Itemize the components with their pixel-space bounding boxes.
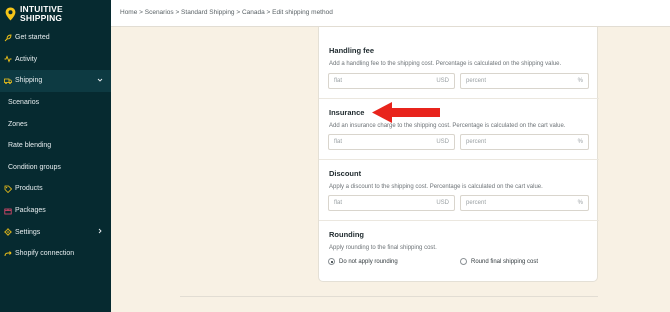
handling-fee-flat-input[interactable]: flat USD bbox=[328, 73, 455, 89]
sidebar-item-label: Rate blending bbox=[8, 142, 52, 150]
sidebar-item-label: Products bbox=[15, 185, 43, 193]
insurance-title: Insurance bbox=[329, 108, 365, 117]
sidebar-item-label: Scenarios bbox=[8, 99, 40, 107]
handling-fee-percent-input[interactable]: percent % bbox=[460, 73, 589, 89]
discount-flat-input[interactable]: flat USD bbox=[328, 195, 455, 211]
brand-logo[interactable]: INTUITIVE SHIPPING bbox=[0, 0, 111, 27]
sidebar-item-label: Get started bbox=[15, 34, 50, 42]
page-divider bbox=[180, 296, 598, 297]
sidebar-item-label: Packages bbox=[15, 207, 46, 215]
tag-icon bbox=[4, 185, 12, 193]
percent-suffix: % bbox=[577, 139, 583, 145]
sidebar-item-label: Shipping bbox=[15, 77, 43, 85]
handling-fee-description: Add a handling fee to the shipping cost.… bbox=[329, 61, 562, 67]
shipping-submenu: Scenarios Zones Rate blending Condition … bbox=[0, 91, 111, 179]
discount-section: Discount Apply a discount to the shippin… bbox=[319, 159, 599, 220]
radio-button[interactable] bbox=[460, 258, 467, 265]
connection-icon bbox=[4, 250, 12, 258]
sidebar-item-scenarios[interactable]: Scenarios bbox=[0, 92, 111, 114]
sidebar-item-get-started[interactable]: Get started bbox=[0, 27, 111, 49]
insurance-percent-input[interactable]: percent % bbox=[460, 134, 589, 150]
brand-name: INTUITIVE SHIPPING bbox=[20, 4, 63, 23]
sidebar-item-label: Zones bbox=[8, 120, 28, 128]
chevron-right-icon bbox=[97, 228, 103, 236]
sidebar-nav: Get started Activity Shipping Scenarios … bbox=[0, 27, 111, 265]
percent-placeholder: percent bbox=[466, 200, 487, 206]
sidebar-item-settings[interactable]: Settings bbox=[0, 221, 111, 243]
rounding-section: Rounding Apply rounding to the final shi… bbox=[319, 220, 599, 281]
activity-icon bbox=[4, 55, 12, 64]
sidebar-item-label: Shopify connection bbox=[15, 250, 75, 258]
rounding-description: Apply rounding to the final shipping cos… bbox=[329, 245, 437, 251]
sidebar-item-shopify-connection[interactable]: Shopify connection bbox=[0, 243, 111, 265]
percent-placeholder: percent bbox=[466, 78, 487, 84]
currency-suffix: USD bbox=[436, 139, 449, 145]
chevron-down-icon bbox=[97, 77, 103, 85]
flat-placeholder: flat bbox=[334, 139, 343, 145]
sidebar-item-products[interactable]: Products bbox=[0, 178, 111, 200]
currency-suffix: USD bbox=[436, 78, 449, 84]
truck-icon bbox=[4, 77, 12, 85]
breadcrumb[interactable]: Home > Scenarios > Standard Shipping > C… bbox=[120, 9, 333, 16]
flat-placeholder: flat bbox=[334, 78, 343, 84]
sidebar-item-activity[interactable]: Activity bbox=[0, 49, 111, 71]
handling-fee-section: Handling fee Add a handling fee to the s… bbox=[319, 27, 599, 98]
radio-label: Round final shipping cost bbox=[471, 258, 539, 265]
package-icon bbox=[4, 207, 12, 215]
shipping-method-card: Handling fee Add a handling fee to the s… bbox=[318, 27, 599, 282]
rocket-icon bbox=[4, 34, 12, 42]
red-arrow-annotation bbox=[372, 102, 440, 123]
sidebar-item-rate-blending[interactable]: Rate blending bbox=[0, 135, 111, 157]
gear-icon bbox=[4, 228, 12, 236]
radio-button-selected[interactable] bbox=[328, 258, 335, 265]
sidebar-item-label: Activity bbox=[15, 55, 38, 63]
sidebar: INTUITIVE SHIPPING Get started Activity … bbox=[0, 0, 111, 312]
map-pin-icon bbox=[5, 7, 16, 21]
top-bar: Home > Scenarios > Standard Shipping > C… bbox=[111, 0, 670, 27]
percent-placeholder: percent bbox=[466, 139, 487, 145]
radio-round-final[interactable]: Round final shipping cost bbox=[460, 258, 538, 265]
discount-title: Discount bbox=[329, 169, 362, 178]
radio-do-not-round[interactable]: Do not apply rounding bbox=[328, 258, 398, 265]
percent-suffix: % bbox=[577, 78, 583, 84]
sidebar-item-label: Settings bbox=[15, 228, 41, 236]
percent-suffix: % bbox=[577, 200, 583, 206]
brand-line-2: SHIPPING bbox=[20, 12, 63, 23]
sidebar-item-zones[interactable]: Zones bbox=[0, 113, 111, 135]
insurance-section: Insurance Add an insurance charge to the… bbox=[319, 98, 599, 159]
radio-label: Do not apply rounding bbox=[339, 258, 398, 265]
sidebar-item-packages[interactable]: Packages bbox=[0, 200, 111, 222]
rounding-title: Rounding bbox=[329, 230, 364, 239]
sidebar-item-label: Condition groups bbox=[8, 163, 61, 171]
discount-description: Apply a discount to the shipping cost. P… bbox=[329, 184, 543, 190]
sidebar-item-shipping[interactable]: Shipping bbox=[0, 70, 111, 92]
sidebar-item-condition-groups[interactable]: Condition groups bbox=[0, 157, 111, 179]
discount-percent-input[interactable]: percent % bbox=[460, 195, 589, 211]
insurance-description: Add an insurance charge to the shipping … bbox=[329, 123, 566, 129]
currency-suffix: USD bbox=[436, 200, 449, 206]
handling-fee-title: Handling fee bbox=[329, 46, 375, 55]
flat-placeholder: flat bbox=[334, 200, 343, 206]
insurance-flat-input[interactable]: flat USD bbox=[328, 134, 455, 150]
